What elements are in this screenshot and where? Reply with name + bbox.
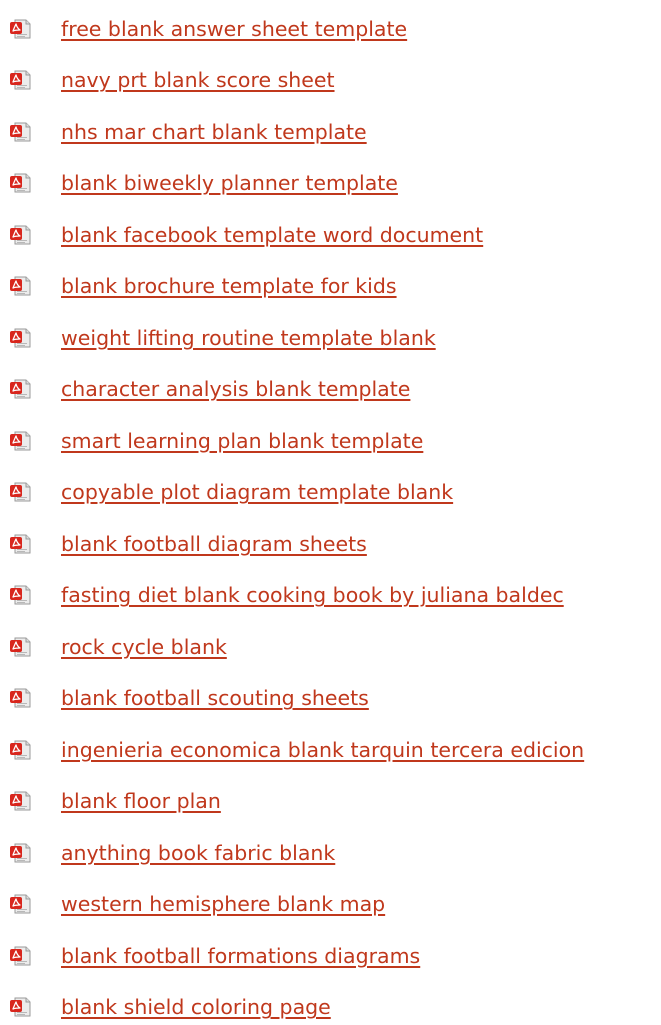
list-item: blank football formations diagrams [0,930,661,982]
pdf-file-icon [9,328,31,348]
list-item: blank football scouting sheets [0,673,661,725]
list-item: western hemisphere blank map [0,879,661,931]
pdf-file-icon [9,534,31,554]
list-item: copyable plot diagram template blank [0,467,661,519]
list-item: rock cycle blank [0,621,661,673]
list-item: navy prt blank score sheet [0,55,661,107]
list-item: anything book fabric blank [0,827,661,879]
pdf-file-icon [9,276,31,296]
document-link[interactable]: fasting diet blank cooking book by julia… [61,582,564,608]
pdf-file-icon [9,225,31,245]
document-link[interactable]: weight lifting routine template blank [61,325,436,351]
document-link[interactable]: nhs mar chart blank template [61,119,367,145]
document-link[interactable]: navy prt blank score sheet [61,67,335,93]
list-item: weight lifting routine template blank [0,312,661,364]
document-link[interactable]: copyable plot diagram template blank [61,479,453,505]
list-item: blank floor plan [0,776,661,828]
list-item: blank shield coloring page [0,982,661,1025]
document-link[interactable]: blank facebook template word document [61,222,483,248]
pdf-file-icon [9,791,31,811]
list-item: blank football diagram sheets [0,518,661,570]
document-link[interactable]: western hemisphere blank map [61,891,385,917]
pdf-file-icon [9,122,31,142]
list-item: fasting diet blank cooking book by julia… [0,570,661,622]
pdf-file-icon [9,740,31,760]
pdf-link-list: free blank answer sheet template navy pr… [0,3,661,1025]
list-item: ingenieria economica blank tarquin terce… [0,724,661,776]
list-item: nhs mar chart blank template [0,106,661,158]
pdf-file-icon [9,431,31,451]
pdf-file-icon [9,946,31,966]
list-item: free blank answer sheet template [0,3,661,55]
document-link[interactable]: ingenieria economica blank tarquin terce… [61,737,584,763]
pdf-file-icon [9,585,31,605]
document-link[interactable]: free blank answer sheet template [61,16,407,42]
document-link[interactable]: rock cycle blank [61,634,227,660]
pdf-file-icon [9,379,31,399]
pdf-file-icon [9,688,31,708]
pdf-file-icon [9,843,31,863]
pdf-file-icon [9,637,31,657]
list-item: blank facebook template word document [0,209,661,261]
list-item: blank biweekly planner template [0,158,661,210]
document-link[interactable]: character analysis blank template [61,376,410,402]
document-link[interactable]: blank brochure template for kids [61,273,397,299]
pdf-file-icon [9,19,31,39]
pdf-file-icon [9,173,31,193]
document-link[interactable]: blank football diagram sheets [61,531,367,557]
pdf-file-icon [9,70,31,90]
pdf-file-icon [9,894,31,914]
document-link[interactable]: anything book fabric blank [61,840,335,866]
list-item: character analysis blank template [0,364,661,416]
pdf-file-icon [9,997,31,1017]
document-link[interactable]: blank floor plan [61,788,221,814]
pdf-file-icon [9,482,31,502]
document-link[interactable]: blank football scouting sheets [61,685,369,711]
document-link[interactable]: smart learning plan blank template [61,428,423,454]
list-item: blank brochure template for kids [0,261,661,313]
list-item: smart learning plan blank template [0,415,661,467]
document-link[interactable]: blank shield coloring page [61,994,331,1020]
document-link[interactable]: blank football formations diagrams [61,943,420,969]
document-link[interactable]: blank biweekly planner template [61,170,398,196]
